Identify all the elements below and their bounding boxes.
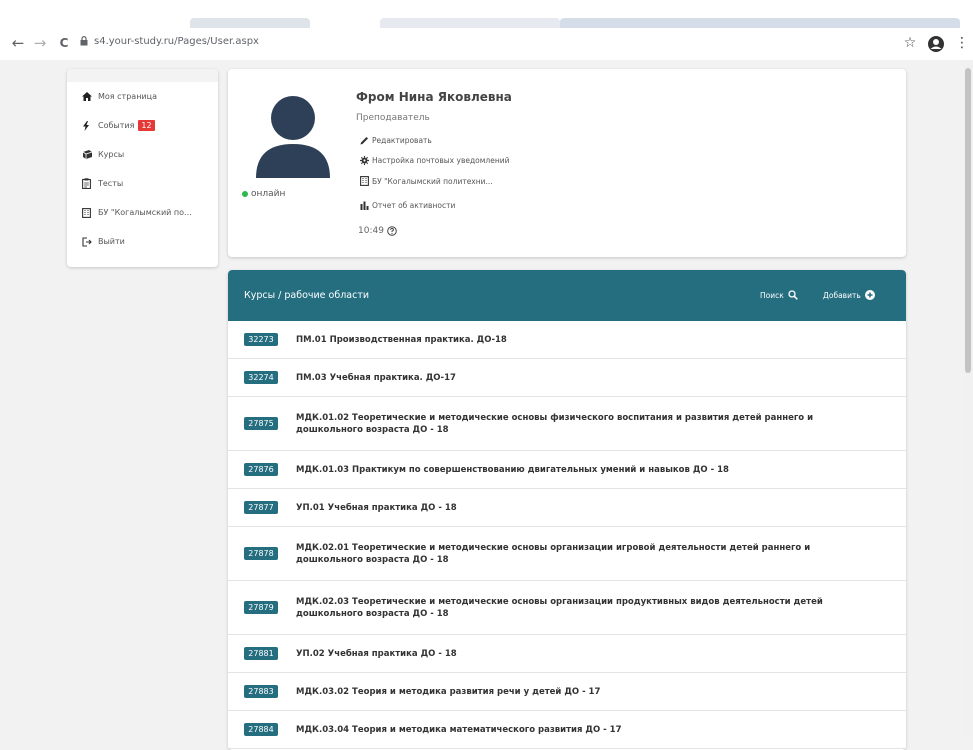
profile-card: онлайн Фром Нина Яковлевна Преподаватель… xyxy=(228,69,906,257)
browser-tab-active[interactable] xyxy=(560,18,960,28)
sidebar-item-label: Выйти xyxy=(98,237,125,246)
sidebar-item-label: Курсы xyxy=(98,150,125,159)
bar-chart-icon xyxy=(360,201,372,210)
course-code-badge: 32274 xyxy=(244,371,278,384)
course-row[interactable]: 27876 МДК.01.03 Практикум по совершенств… xyxy=(228,451,906,489)
avatar-icon[interactable] xyxy=(254,94,332,178)
help-icon[interactable] xyxy=(387,226,397,236)
page-scrollbar-thumb[interactable] xyxy=(965,68,971,373)
sidebar-header xyxy=(67,69,218,82)
course-title[interactable]: МДК.03.02 Теория и методика развития реч… xyxy=(296,686,851,698)
course-title[interactable]: УП.02 Учебная практика ДО - 18 xyxy=(296,648,851,660)
pencil-icon xyxy=(360,136,372,145)
reload-button[interactable]: C xyxy=(54,33,74,53)
course-row[interactable]: 32274 ПМ.03 Учебная практика. ДО-17 xyxy=(228,359,906,397)
online-status: онлайн xyxy=(242,189,285,199)
activity-report-link[interactable]: Отчет об активности xyxy=(360,201,455,210)
events-count-badge: 12 xyxy=(138,120,155,131)
course-title[interactable]: МДК.01.02 Теоретические и методические о… xyxy=(296,412,851,436)
sidebar: Моя страница События 12 Курсы Тесты БУ "… xyxy=(67,69,218,267)
course-row[interactable]: 32273 ПМ.01 Производственная практика. Д… xyxy=(228,321,906,359)
browser-toolbar: ← → C s4.your-study.ru/Pages/User.aspx ☆… xyxy=(0,28,973,61)
course-title[interactable]: МДК.02.03 Теоретические и методические о… xyxy=(296,596,851,620)
course-title[interactable]: ПМ.01 Производственная практика. ДО-18 xyxy=(296,334,851,346)
sidebar-item-my-page[interactable]: Моя страница xyxy=(67,82,218,111)
online-dot-icon xyxy=(242,191,248,197)
organization-link[interactable]: БУ "Когалымский политехни... xyxy=(360,176,493,186)
browser-tab[interactable] xyxy=(190,18,310,28)
gear-icon xyxy=(360,156,372,165)
search-icon xyxy=(788,290,798,300)
course-row[interactable]: 27877 УП.01 Учебная практика ДО - 18 xyxy=(228,489,906,527)
mail-notification-settings-label: Настройка почтовых уведомлений xyxy=(372,156,510,165)
course-code-badge: 27878 xyxy=(244,547,278,560)
organization-label: БУ "Когалымский политехни... xyxy=(372,176,493,186)
building-icon xyxy=(360,176,372,186)
course-code-badge: 27881 xyxy=(244,647,278,660)
courses-panel: Курсы / рабочие области Поиск Добавить 3… xyxy=(228,270,906,750)
browser-tab-strip xyxy=(0,0,973,28)
add-course-button[interactable]: Добавить xyxy=(823,290,875,300)
course-code-badge: 27875 xyxy=(244,417,278,430)
course-title[interactable]: МДК.01.03 Практикум по совершенствованию… xyxy=(296,464,851,476)
course-row[interactable]: 27879 МДК.02.03 Теоретические и методиче… xyxy=(228,581,906,635)
clipboard-icon xyxy=(82,178,96,189)
sidebar-item-label: Моя страница xyxy=(98,92,157,101)
bolt-icon xyxy=(82,120,96,131)
online-status-label: онлайн xyxy=(251,189,286,199)
logout-icon xyxy=(82,236,96,247)
browser-tab[interactable] xyxy=(380,18,560,28)
course-title[interactable]: МДК.03.04 Теория и методика математическ… xyxy=(296,724,851,736)
plus-circle-icon xyxy=(864,290,875,300)
mail-notification-settings-link[interactable]: Настройка почтовых уведомлений xyxy=(360,156,509,165)
course-title[interactable]: ПМ.03 Учебная практика. ДО-17 xyxy=(296,372,851,384)
search-button-label: Поиск xyxy=(760,290,784,300)
course-code-badge: 27883 xyxy=(244,685,278,698)
sidebar-item-tests[interactable]: Тесты xyxy=(67,169,218,198)
browser-menu-icon[interactable]: ⋮ xyxy=(955,33,969,53)
course-row[interactable]: 27875 МДК.01.02 Теоретические и методиче… xyxy=(228,397,906,451)
address-bar-url[interactable]: s4.your-study.ru/Pages/User.aspx xyxy=(94,36,259,47)
local-time-value: 10:49 xyxy=(358,226,384,236)
local-time: 10:49 xyxy=(358,226,397,236)
sidebar-item-logout[interactable]: Выйти xyxy=(67,227,218,256)
bookmark-star-icon[interactable]: ☆ xyxy=(902,33,918,53)
add-course-button-label: Добавить xyxy=(823,290,861,300)
course-row[interactable]: 27884 МДК.03.04 Теория и методика матема… xyxy=(228,711,906,749)
profile-name: Фром Нина Яковлевна xyxy=(356,90,512,104)
course-code-badge: 32273 xyxy=(244,333,278,346)
course-code-badge: 27879 xyxy=(244,601,278,614)
sidebar-item-events[interactable]: События 12 xyxy=(67,111,218,140)
forward-button[interactable]: → xyxy=(30,33,50,53)
book-icon xyxy=(82,150,96,159)
course-code-badge: 27877 xyxy=(244,501,278,514)
course-code-badge: 27876 xyxy=(244,463,278,476)
activity-report-label: Отчет об активности xyxy=(372,201,456,210)
building-icon xyxy=(82,207,96,218)
course-row[interactable]: 27883 МДК.03.02 Теория и методика развит… xyxy=(228,673,906,711)
course-title[interactable]: УП.01 Учебная практика ДО - 18 xyxy=(296,502,851,514)
course-row[interactable]: 27878 МДК.02.01 Теоретические и методиче… xyxy=(228,527,906,581)
back-button[interactable]: ← xyxy=(8,33,28,53)
edit-profile-label: Редактировать xyxy=(372,136,432,145)
sidebar-item-label: Тесты xyxy=(98,179,124,188)
course-code-badge: 27884 xyxy=(244,723,278,736)
sidebar-item-organization[interactable]: БУ "Когалымский по... xyxy=(67,198,218,227)
search-button[interactable]: Поиск xyxy=(760,290,798,300)
edit-profile-link[interactable]: Редактировать xyxy=(360,136,432,145)
courses-header: Курсы / рабочие области Поиск Добавить xyxy=(228,270,906,321)
sidebar-item-courses[interactable]: Курсы xyxy=(67,140,218,169)
course-title[interactable]: МДК.02.01 Теоретические и методические о… xyxy=(296,542,851,566)
profile-icon[interactable] xyxy=(928,36,944,52)
courses-title: Курсы / рабочие области xyxy=(244,290,370,301)
sidebar-item-label: БУ "Когалымский по... xyxy=(98,208,192,217)
profile-role: Преподаватель xyxy=(356,113,430,123)
course-row[interactable]: 27881 УП.02 Учебная практика ДО - 18 xyxy=(228,635,906,673)
sidebar-item-label: События xyxy=(98,121,135,130)
home-icon xyxy=(82,92,96,101)
lock-icon xyxy=(80,36,88,46)
page-viewport: Моя страница События 12 Курсы Тесты БУ "… xyxy=(0,60,962,750)
